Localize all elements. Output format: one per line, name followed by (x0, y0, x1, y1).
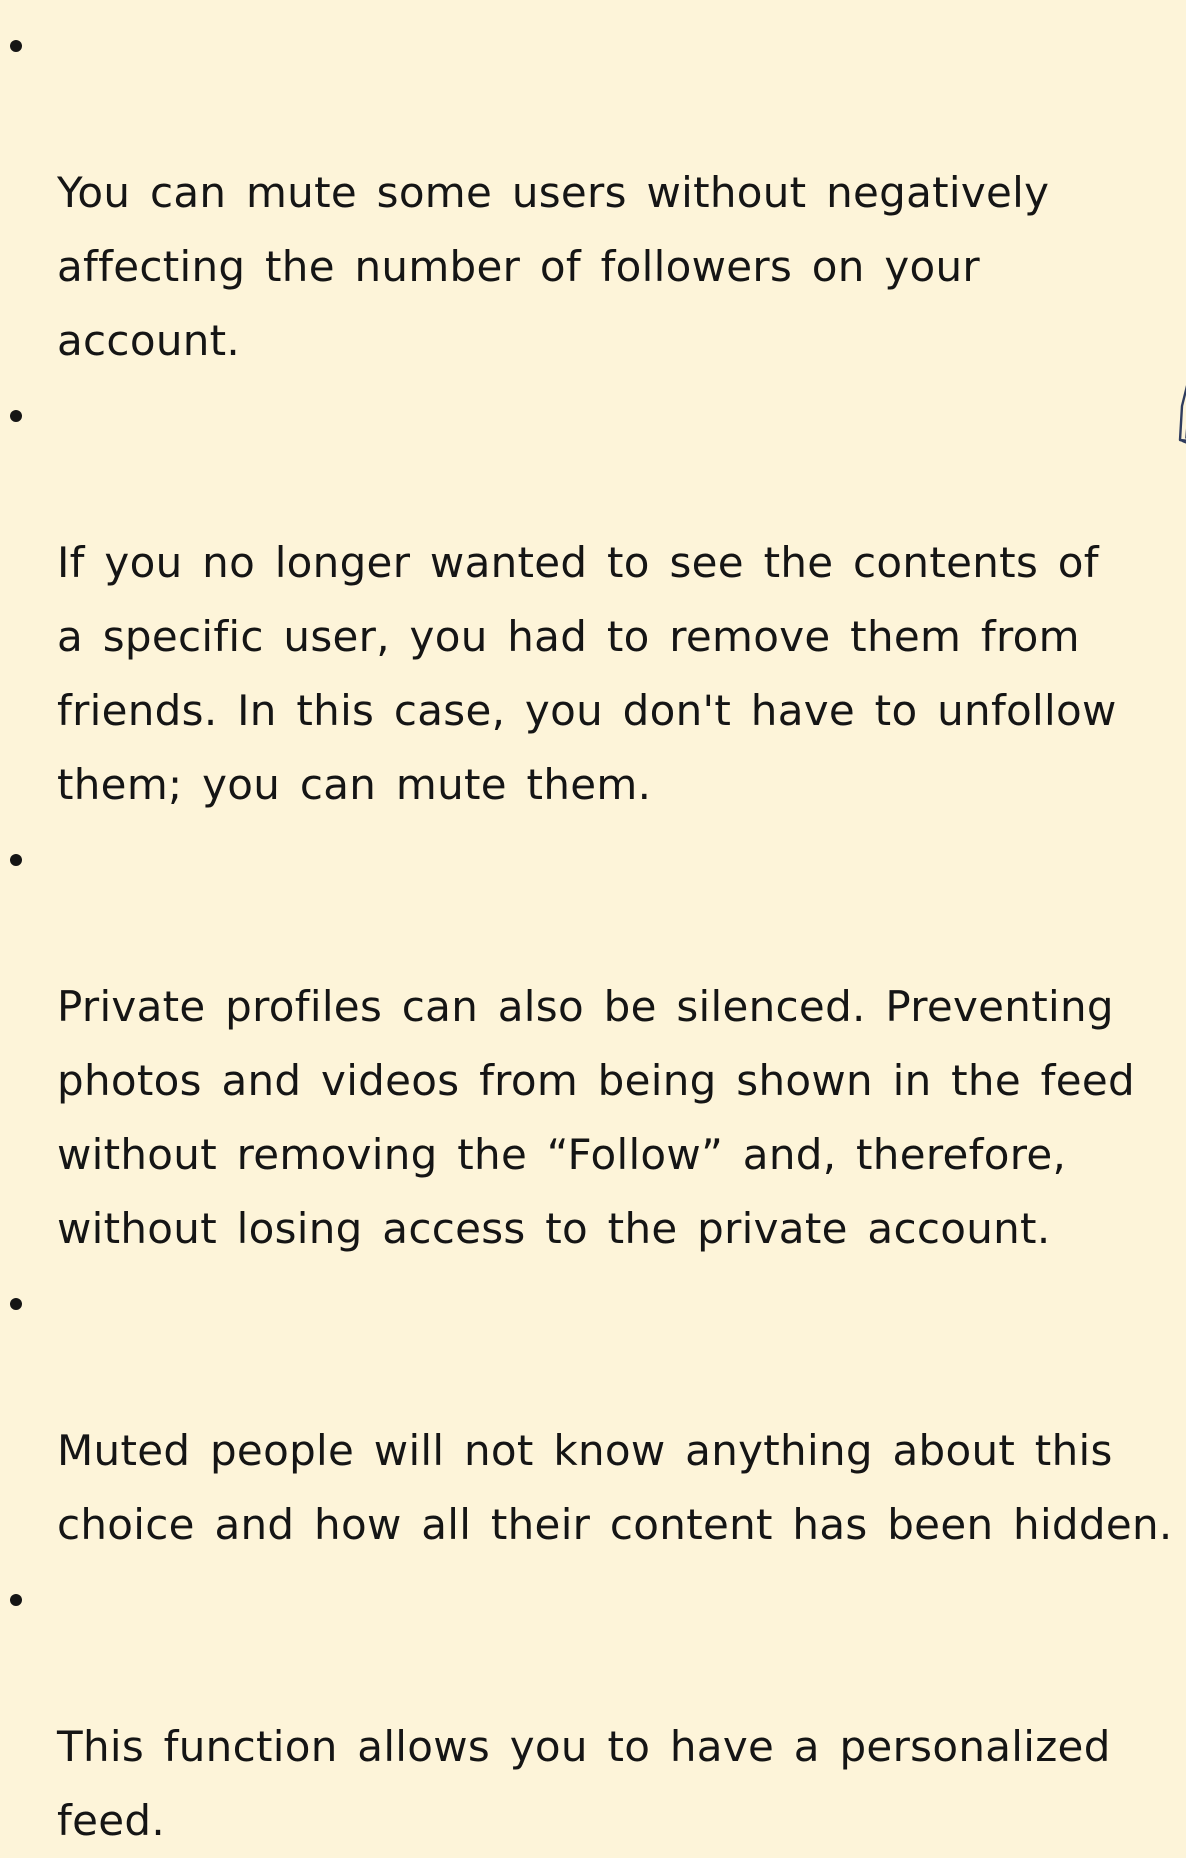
bullet-text: Muted people will not know anything abou… (57, 1426, 1173, 1549)
bullet-dot-icon (10, 40, 22, 52)
bullet-text: You can mute some users without negative… (57, 168, 1050, 365)
edge-sketch-decoration (1178, 385, 1186, 444)
bullet-text: This function allows you to have a perso… (57, 1722, 1111, 1845)
bullet-dot-icon (10, 854, 22, 866)
bullet-item-mute-users: You can mute some users without negative… (0, 8, 1186, 378)
bullet-text: If you no longer wanted to see the conte… (57, 538, 1117, 809)
bullet-item-personalized-feed: This function allows you to have a perso… (0, 1562, 1186, 1858)
feature-bullet-list: You can mute some users without negative… (0, 8, 1186, 1858)
bullet-dot-icon (10, 1298, 22, 1310)
bullet-dot-icon (10, 1594, 22, 1606)
bullet-text: Private profiles can also be silenced. P… (57, 982, 1135, 1253)
bullet-dot-icon (10, 410, 22, 422)
bullet-item-muted-unaware: Muted people will not know anything abou… (0, 1266, 1186, 1562)
bullet-item-unfollow-alternative: If you no longer wanted to see the conte… (0, 378, 1186, 822)
bullet-item-private-profiles: Private profiles can also be silenced. P… (0, 822, 1186, 1266)
